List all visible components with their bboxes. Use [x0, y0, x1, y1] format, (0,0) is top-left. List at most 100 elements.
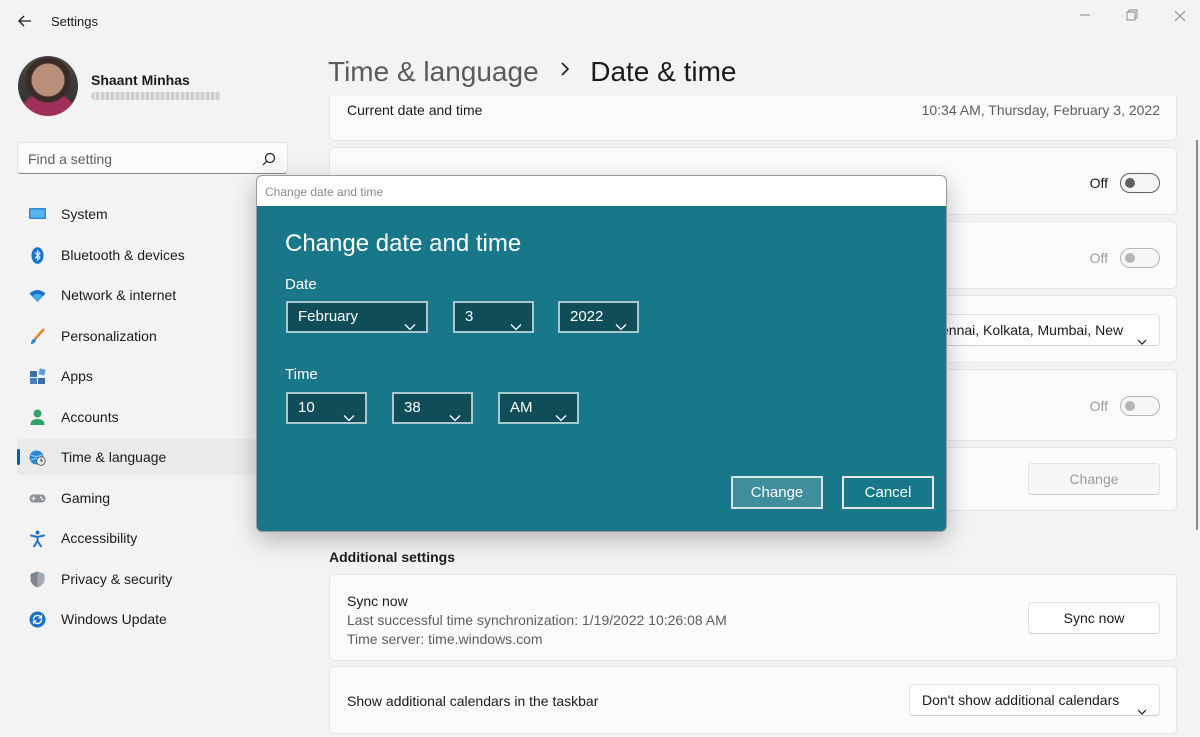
chevron-down-icon [404, 313, 416, 331]
app-title: Settings [51, 14, 98, 29]
sidebar-item-accounts[interactable]: Accounts [17, 399, 257, 435]
back-arrow-icon[interactable] [14, 10, 36, 32]
sidebar-item-label: Accounts [61, 408, 119, 425]
dialog-change-button[interactable]: Change [731, 476, 823, 509]
chevron-down-icon [1137, 326, 1147, 345]
person-icon [29, 409, 46, 426]
update-icon [29, 611, 46, 628]
restore-icon[interactable] [1117, 4, 1147, 26]
sidebar-item-windows-update[interactable]: Windows Update [17, 601, 257, 637]
dialog-heading: Change date and time [285, 230, 522, 257]
breadcrumb-parent[interactable]: Time & language [328, 56, 539, 87]
time-label: Time [285, 366, 318, 383]
chevron-down-icon [555, 404, 567, 422]
minute-select[interactable]: 38 [392, 392, 473, 424]
sidebar-item-label: Time & language [61, 449, 167, 465]
minimize-icon[interactable] [1070, 4, 1100, 26]
sync-last-success: Last successful time synchronization: 1/… [347, 612, 727, 628]
toggle-switch[interactable] [1120, 396, 1160, 416]
minute-value: 38 [404, 399, 421, 416]
chevron-down-icon [510, 313, 522, 331]
page-title: Date & time [590, 56, 737, 87]
search-icon[interactable] [261, 151, 277, 167]
shield-icon [29, 571, 46, 588]
additional-calendars-label: Show additional calendars in the taskbar [347, 693, 599, 709]
sidebar-item-personalization[interactable]: Personalization [17, 318, 257, 354]
avatar [18, 56, 78, 116]
gamepad-icon [29, 490, 46, 507]
sync-card: Sync now Last successful time synchroniz… [329, 574, 1177, 661]
year-value: 2022 [570, 308, 604, 325]
current-datetime-label: Current date and time [347, 102, 483, 118]
dialog-window-title: Change date and time [265, 185, 384, 199]
sidebar-item-label: Bluetooth & devices [61, 246, 185, 263]
change-datetime-dialog: Change date and time Change date and tim… [256, 175, 947, 532]
chevron-down-icon [615, 313, 627, 331]
sidebar-item-system[interactable]: System [17, 196, 257, 232]
globe-clock-icon [29, 449, 46, 466]
toggle-state-label: Off [1089, 175, 1108, 191]
change-datetime-button[interactable]: Change [1028, 463, 1160, 495]
wifi-icon [29, 287, 46, 304]
sidebar-item-label: Gaming [61, 489, 111, 506]
monitor-icon [29, 206, 46, 223]
toggle-switch[interactable] [1120, 248, 1160, 268]
sidebar-item-label: System [61, 206, 108, 222]
additional-calendars-dropdown[interactable]: Don't show additional calendars [909, 684, 1160, 716]
timezone-dropdown[interactable]: ennai, Kolkata, Mumbai, New [928, 314, 1160, 346]
sidebar-nav: System Bluetooth & devices Network & int… [17, 196, 257, 642]
ampm-select[interactable]: AM [498, 392, 579, 424]
additional-calendars-card: Show additional calendars in the taskbar… [329, 666, 1177, 734]
sidebar-item-gaming[interactable]: Gaming [17, 480, 257, 516]
ampm-value: AM [510, 399, 533, 416]
chevron-down-icon [343, 404, 355, 422]
additional-calendars-value: Don't show additional calendars [922, 692, 1120, 708]
toggle-state-label: Off [1089, 398, 1108, 414]
month-select[interactable]: February [286, 301, 428, 333]
chevron-right-icon [560, 60, 570, 83]
sidebar-item-network[interactable]: Network & internet [17, 277, 257, 313]
date-label: Date [285, 276, 317, 293]
sync-time-server: Time server: time.windows.com [347, 631, 543, 647]
current-datetime-value: 10:34 AM, Thursday, February 3, 2022 [921, 102, 1160, 118]
bluetooth-icon [29, 246, 46, 264]
sidebar-item-label: Apps [61, 368, 93, 384]
hour-value: 10 [298, 399, 315, 416]
timezone-value: ennai, Kolkata, Mumbai, New [941, 322, 1124, 338]
month-value: February [298, 308, 359, 325]
sidebar-item-label: Personalization [61, 327, 157, 344]
chevron-down-icon [1137, 696, 1147, 715]
breadcrumb: Time & language Date & time [328, 56, 737, 88]
user-email-redacted [91, 92, 221, 100]
sidebar-item-label: Windows Update [61, 611, 167, 627]
scrollbar[interactable] [1196, 140, 1198, 530]
sidebar-item-bluetooth[interactable]: Bluetooth & devices [17, 237, 257, 273]
dialog-cancel-button[interactable]: Cancel [842, 476, 934, 509]
year-select[interactable]: 2022 [558, 301, 639, 333]
sync-title: Sync now [347, 593, 408, 609]
close-icon[interactable] [1165, 4, 1195, 26]
sidebar-item-accessibility[interactable]: Accessibility [17, 520, 257, 556]
accessibility-icon [29, 530, 46, 548]
search-box[interactable] [17, 142, 288, 174]
apps-icon [29, 368, 46, 385]
day-value: 3 [465, 308, 474, 325]
title-bar: Settings [0, 0, 1200, 44]
brush-icon [29, 327, 46, 345]
toggle-state-label: Off [1089, 250, 1108, 266]
sync-now-button[interactable]: Sync now [1028, 602, 1160, 634]
active-indicator [17, 449, 20, 465]
sidebar-item-label: Network & internet [61, 287, 177, 303]
day-select[interactable]: 3 [453, 301, 534, 333]
toggle-switch[interactable] [1120, 173, 1160, 193]
chevron-down-icon [449, 404, 461, 422]
sidebar-item-apps[interactable]: Apps [17, 358, 257, 394]
search-input[interactable] [28, 149, 248, 169]
sidebar-item-privacy[interactable]: Privacy & security [17, 561, 257, 597]
user-name: Shaant Minhas [91, 72, 190, 88]
user-profile[interactable]: Shaant Minhas [18, 56, 278, 118]
sidebar-item-time-language[interactable]: Time & language [17, 439, 257, 475]
sidebar-item-label: Accessibility [61, 530, 138, 546]
hour-select[interactable]: 10 [286, 392, 367, 424]
sidebar-item-label: Privacy & security [61, 570, 173, 587]
